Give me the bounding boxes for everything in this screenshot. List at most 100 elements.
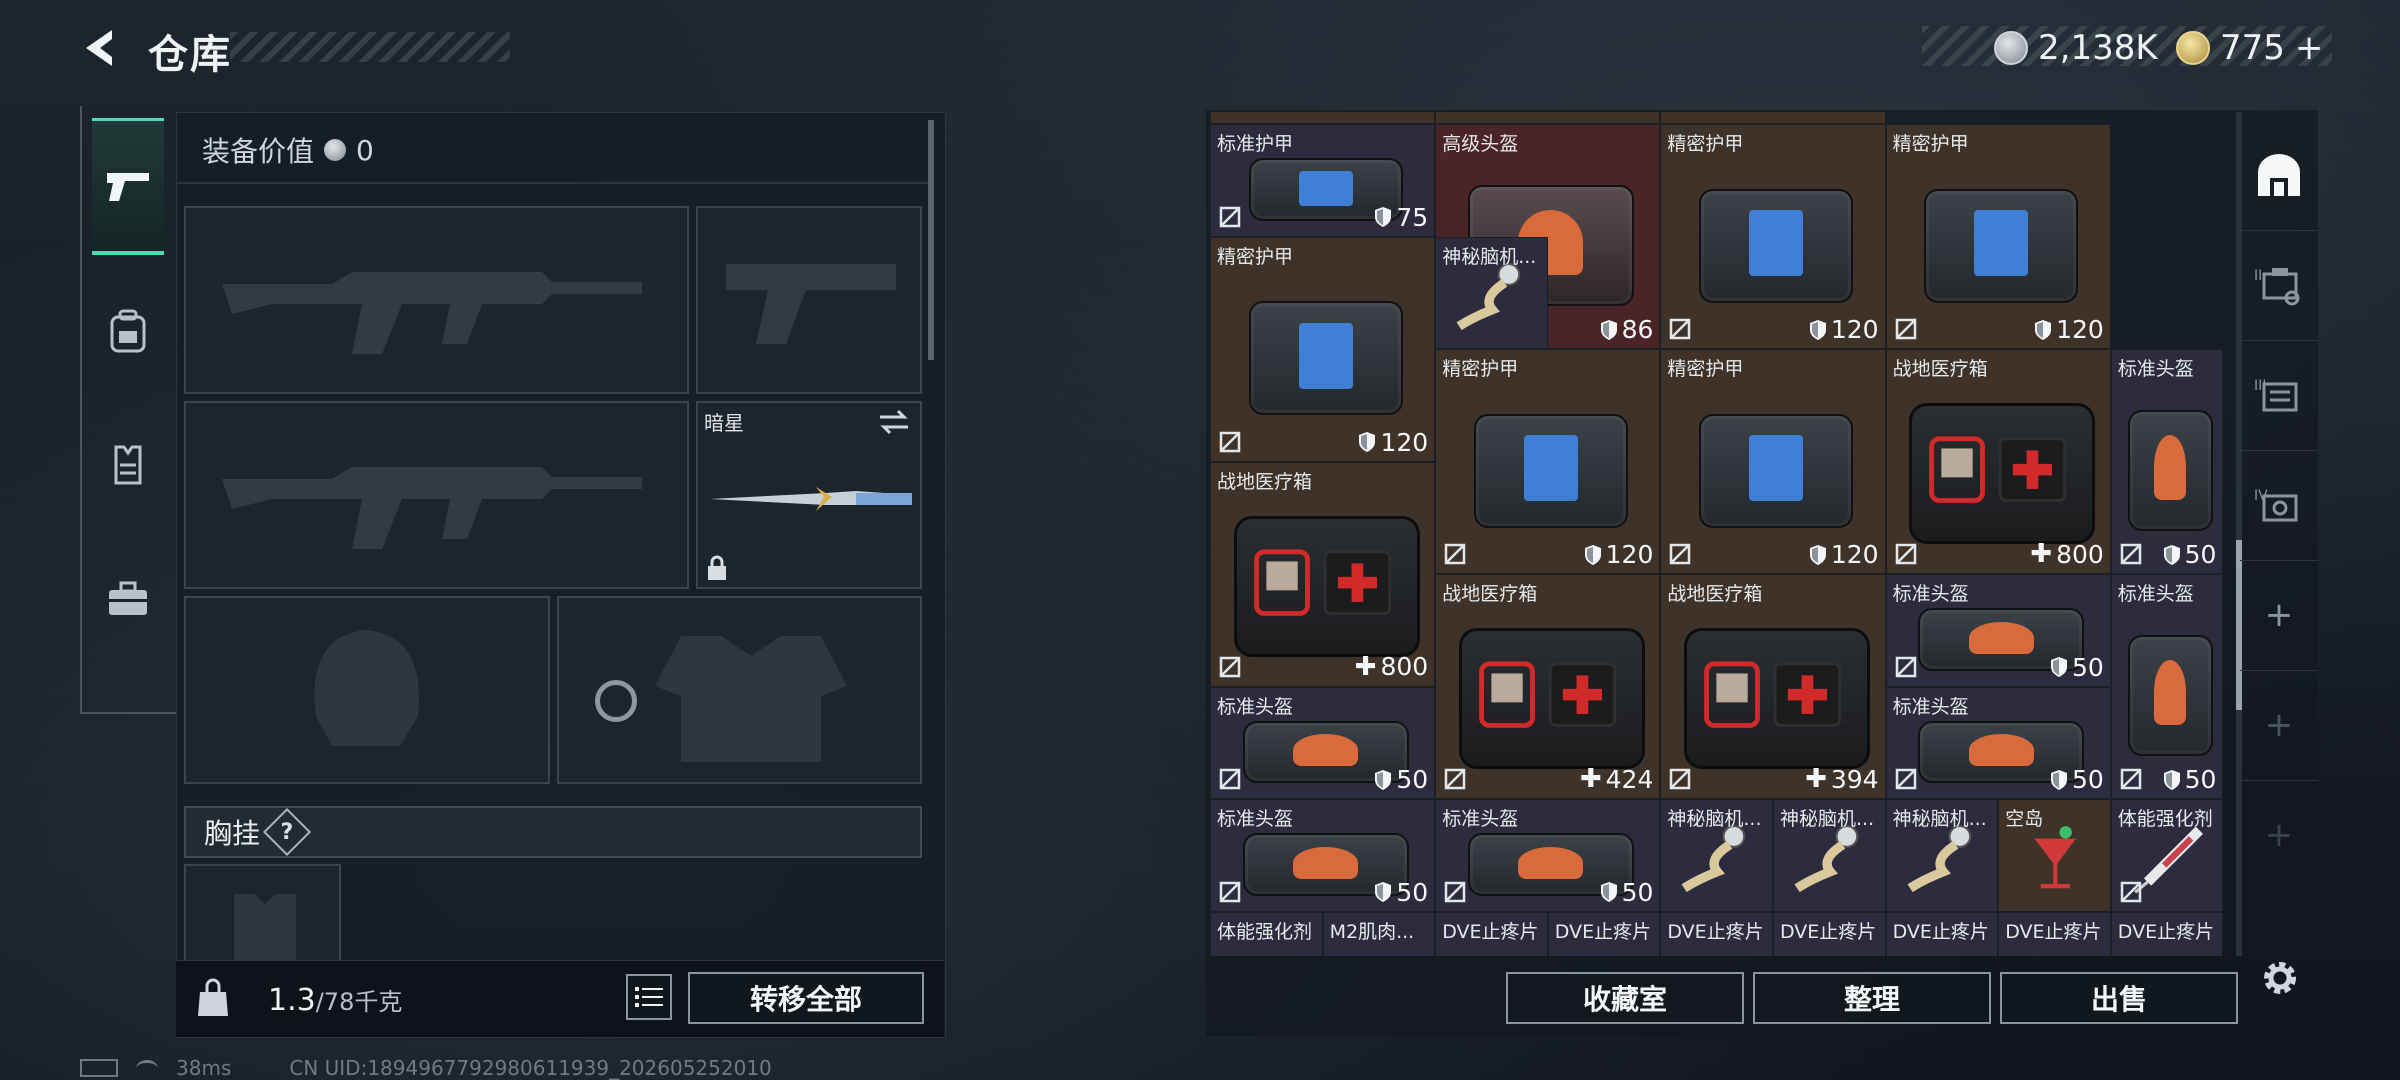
nav-backpack[interactable] bbox=[92, 266, 164, 396]
nav-case[interactable] bbox=[92, 534, 164, 664]
item-name: 标准头盔 bbox=[2117, 358, 2194, 380]
stash-item[interactable]: 神秘脑机... bbox=[1435, 236, 1548, 349]
stash-item-partial[interactable]: 体能强化剂 bbox=[1210, 911, 1323, 956]
medkit-icon bbox=[1233, 515, 1420, 657]
stash-item-partial[interactable]: DVE止疼片 bbox=[2110, 911, 2224, 956]
stash-item-partial[interactable]: DVE止疼片 bbox=[1547, 911, 1661, 956]
currency-gold[interactable]: 775 + bbox=[2176, 28, 2323, 68]
stash-item[interactable]: 神秘脑机... bbox=[1885, 799, 1999, 912]
primary-weapon-slot[interactable] bbox=[184, 206, 689, 394]
stash-item[interactable]: 精密护甲 120 bbox=[1435, 349, 1661, 574]
stash-page-2[interactable]: II bbox=[2240, 230, 2318, 341]
sell-button[interactable]: 出售 bbox=[2000, 972, 2238, 1024]
stash-item[interactable]: 标准头盔 50 bbox=[2110, 349, 2224, 574]
brain-chip-shape bbox=[1456, 262, 1521, 330]
melee-slot[interactable]: 暗星 bbox=[696, 401, 922, 589]
helmet-emblem-icon bbox=[2153, 660, 2187, 725]
currency-silver[interactable]: 2,138K bbox=[1994, 28, 2158, 68]
settings-gear-icon[interactable] bbox=[2258, 956, 2302, 1000]
swap-icon[interactable] bbox=[878, 409, 910, 435]
loadout-scrollbar[interactable] bbox=[928, 120, 934, 360]
stash-page-3[interactable]: III bbox=[2240, 340, 2318, 451]
stash-item[interactable]: 神秘脑机... bbox=[1773, 799, 1886, 912]
item-name: DVE止疼片 bbox=[1892, 920, 1989, 943]
no-tax-icon bbox=[1670, 543, 1691, 565]
stash-page-4[interactable]: IV bbox=[2240, 450, 2318, 561]
stash-item-partial[interactable]: M2肌肉... bbox=[1322, 911, 1436, 956]
stash-item-partial[interactable]: DVE止疼片 bbox=[1885, 911, 1999, 956]
item-value: ✚ 800 bbox=[2030, 539, 2104, 569]
armor-slot[interactable] bbox=[557, 596, 922, 784]
list-view-button[interactable] bbox=[626, 974, 672, 1020]
stash-item[interactable]: 战地医疗箱 ✚ 800 bbox=[1210, 461, 1436, 687]
stash-item[interactable]: 标准头盔 50 bbox=[1210, 799, 1436, 912]
transfer-all-button[interactable]: 转移全部 bbox=[688, 972, 924, 1024]
stash-item[interactable]: 体能强化剂 bbox=[2110, 799, 2224, 912]
stash-item[interactable]: 精密护甲 120 bbox=[1660, 124, 1886, 349]
weight-current: 1.3 bbox=[268, 983, 316, 1018]
stash-item[interactable]: 标准头盔 50 bbox=[1885, 686, 2111, 799]
armor-shield-icon bbox=[1600, 319, 1617, 340]
stash-item-partial[interactable]: DVE止疼片 bbox=[1998, 911, 2111, 956]
stash-page-main[interactable] bbox=[2240, 120, 2318, 231]
stash-item-partial[interactable]: DVE止疼片 bbox=[1773, 911, 1886, 956]
stash-item[interactable]: 神秘脑机... bbox=[1660, 799, 1773, 912]
stash-item[interactable]: 精密护甲 120 bbox=[1660, 349, 1886, 574]
sort-button[interactable]: 整理 bbox=[1753, 972, 1991, 1024]
help-icon[interactable]: ? bbox=[262, 807, 312, 857]
stash-item[interactable]: 战地医疗箱 ✚ 424 bbox=[1435, 574, 1661, 799]
back-arrow-icon[interactable] bbox=[78, 26, 122, 70]
item-value: 120 bbox=[1584, 540, 1653, 569]
heal-plus-icon: ✚ bbox=[1579, 764, 1602, 794]
stash-item-partial[interactable]: 75 bbox=[1210, 112, 1436, 124]
item-value: ✚ 424 bbox=[1580, 764, 1654, 794]
item-value: 120 bbox=[1809, 315, 1879, 344]
medkit-icon bbox=[1683, 628, 1871, 769]
helmet-slot[interactable] bbox=[184, 596, 550, 784]
item-value-number: 50 bbox=[2184, 765, 2217, 794]
category-nav bbox=[80, 106, 176, 714]
sidearm-slot[interactable] bbox=[696, 206, 922, 394]
gold-amount: 775 bbox=[2220, 28, 2285, 68]
stash-item[interactable]: 战地医疗箱 ✚ 800 bbox=[1885, 349, 2111, 574]
stash-add-page-button-3[interactable]: + bbox=[2240, 780, 2318, 890]
medkit-cross-icon bbox=[1478, 661, 1616, 728]
stash-item[interactable]: 标准头盔 50 bbox=[1210, 686, 1436, 799]
no-tax-icon bbox=[2120, 768, 2142, 790]
chest-rig-slot[interactable] bbox=[184, 864, 341, 960]
stash-item[interactable]: 标准头盔 50 bbox=[1885, 574, 2111, 687]
stash-item[interactable]: 空岛 bbox=[1998, 799, 2111, 912]
vest-icon bbox=[114, 445, 142, 485]
armor-plate-icon bbox=[1974, 210, 2029, 277]
stash-add-page-button-2[interactable]: + bbox=[2240, 670, 2318, 781]
stash-item-partial[interactable]: 75 bbox=[1660, 112, 1886, 124]
nav-vest[interactable] bbox=[92, 400, 164, 530]
collection-room-button[interactable]: 收藏室 bbox=[1506, 972, 1744, 1024]
stash-item[interactable]: 战地医疗箱 ✚ 394 bbox=[1660, 574, 1886, 799]
stash-item-partial[interactable]: DVE止疼片 bbox=[1660, 911, 1773, 956]
stash-item[interactable]: 标准头盔 50 bbox=[2110, 574, 2224, 799]
item-name: 精密护甲 bbox=[1667, 133, 1744, 155]
item-name: 体能强化剂 bbox=[1217, 920, 1313, 943]
medkit-cross-icon bbox=[1253, 548, 1391, 616]
uid: CN UID:1894967792980611939_202605252010 bbox=[289, 1056, 772, 1080]
item-name: 战地医疗箱 bbox=[1892, 358, 1988, 380]
armor-bag-icon bbox=[1248, 301, 1403, 415]
secondary-weapon-slot[interactable] bbox=[184, 401, 689, 589]
item-value: 50 bbox=[1374, 878, 1428, 907]
equipment-value-amount: 0 bbox=[356, 133, 374, 167]
nav-weapons[interactable] bbox=[92, 118, 164, 255]
stash-item[interactable]: 精密护甲 120 bbox=[1210, 236, 1436, 462]
item-name: 战地医疗箱 bbox=[1217, 470, 1313, 493]
stash-item[interactable]: 精密护甲 120 bbox=[1885, 124, 2111, 349]
gold-topup-plus[interactable]: + bbox=[2295, 28, 2324, 68]
stash-grid: 757575标准护甲75高级头盔86精密护甲120精密护甲120精密护甲120神… bbox=[1210, 112, 2224, 956]
stash-item[interactable]: 标准护甲 75 bbox=[1210, 124, 1436, 237]
stash-add-page-button[interactable]: + bbox=[2240, 560, 2318, 671]
stash-item-partial[interactable]: 75 bbox=[1435, 112, 1661, 124]
rifle-silhouette-icon bbox=[222, 467, 642, 549]
item-value-number: 800 bbox=[1380, 652, 1429, 681]
stash-item-partial[interactable]: DVE止疼片 bbox=[1435, 911, 1548, 956]
stash-item[interactable]: 标准头盔 50 bbox=[1435, 799, 1661, 912]
helmet-emblem-icon bbox=[1293, 846, 1358, 879]
